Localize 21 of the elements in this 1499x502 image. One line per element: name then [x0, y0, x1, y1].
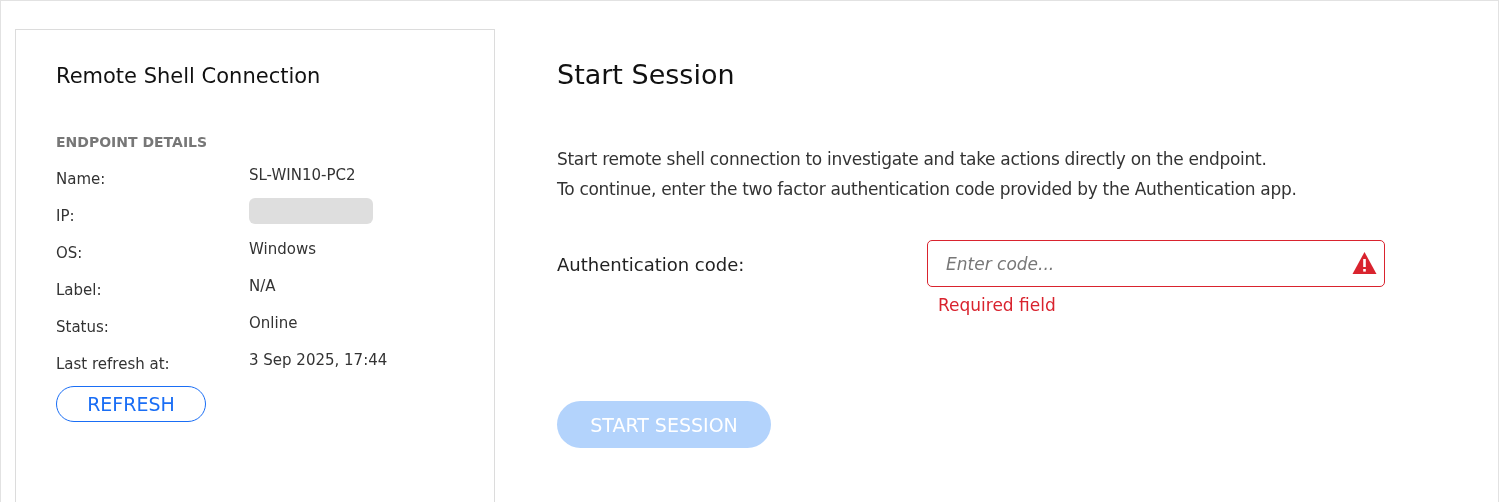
section-heading: ENDPOINT DETAILS	[56, 134, 209, 150]
description-text: Start remote shell connection to investigate and take actions directly on the endpoint.	[557, 148, 1268, 171]
detail-label: Label:	[56, 280, 103, 299]
detail-label: IP:	[56, 206, 76, 225]
detail-label: Name:	[56, 169, 107, 188]
detail-label: Last refresh at:	[56, 354, 171, 373]
error-message: Required field	[938, 295, 1057, 315]
detail-value: N/A	[249, 276, 276, 295]
card-title: Remote Shell Connection	[56, 64, 322, 88]
detail-value: Windows	[249, 239, 316, 258]
field-label: Authentication code:	[557, 254, 746, 277]
warning-icon	[1352, 252, 1377, 274]
refresh-button[interactable]: REFRESH	[56, 386, 206, 422]
detail-value: Online	[249, 313, 298, 332]
detail-value: 3 Sep 2025, 17:44	[249, 350, 388, 369]
page-title: Start Session	[557, 59, 736, 90]
code-input-field[interactable]: Enter code...	[927, 240, 1385, 287]
detail-value: SL-WIN10-PC2	[249, 165, 356, 184]
description-text: To continue, enter the two factor authentication code provided by the Authentication app.	[557, 178, 1298, 201]
detail-label: OS:	[56, 243, 84, 262]
detail-label: Status:	[56, 317, 110, 336]
